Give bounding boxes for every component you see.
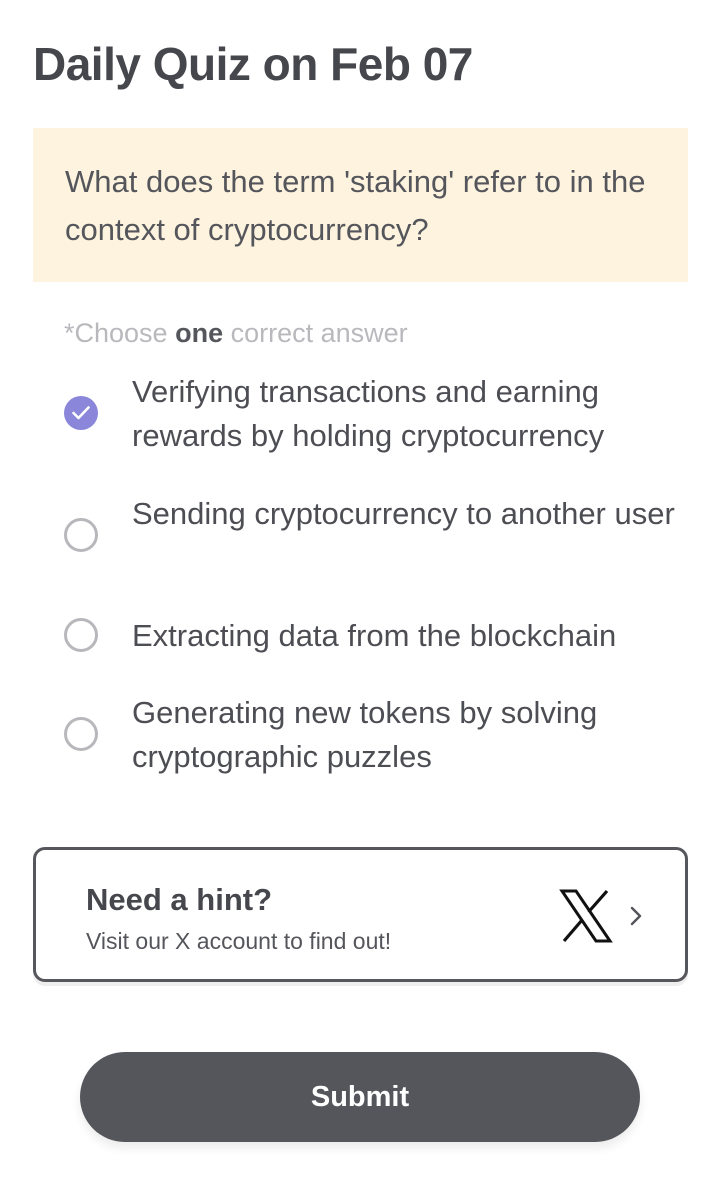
answer-instruction: *Choose one correct answer [64, 316, 408, 350]
answer-option-label: Sending cryptocurrency to another user [132, 496, 675, 531]
answer-option-3[interactable]: Extracting data from the blockchain [64, 614, 694, 658]
radio-unchecked-icon[interactable] [64, 618, 98, 652]
answer-option-label: Generating new tokens by solving cryptog… [132, 695, 598, 774]
x-logo-icon [558, 888, 614, 949]
hint-subtitle: Visit our X account to find out! [86, 928, 392, 954]
question-card: What does the term 'staking' refer to in… [33, 128, 688, 282]
hint-card[interactable]: Need a hint? Visit our X account to find… [33, 847, 688, 982]
answer-option-1[interactable]: Verifying transactions and earning rewar… [64, 370, 694, 460]
radio-unchecked-icon[interactable] [64, 518, 98, 552]
page-title: Daily Quiz on Feb 07 [33, 38, 473, 90]
instruction-emphasis: one [175, 318, 224, 348]
answer-option-2[interactable]: Sending cryptocurrency to another user [64, 492, 694, 582]
instruction-suffix: correct answer [223, 318, 408, 348]
question-text: What does the term 'staking' refer to in… [65, 164, 646, 247]
answer-option-4[interactable]: Generating new tokens by solving cryptog… [64, 691, 694, 781]
quiz-page: Daily Quiz on Feb 07 What does the term … [0, 0, 720, 1188]
instruction-prefix: *Choose [64, 318, 176, 348]
radio-unchecked-icon[interactable] [64, 717, 98, 751]
answer-option-label: Extracting data from the blockchain [132, 618, 617, 653]
hint-title: Need a hint? [86, 882, 273, 917]
radio-checked-icon[interactable] [64, 396, 98, 430]
answer-option-label: Verifying transactions and earning rewar… [132, 374, 605, 453]
submit-button[interactable]: Submit [80, 1052, 640, 1142]
chevron-right-icon [630, 906, 642, 931]
